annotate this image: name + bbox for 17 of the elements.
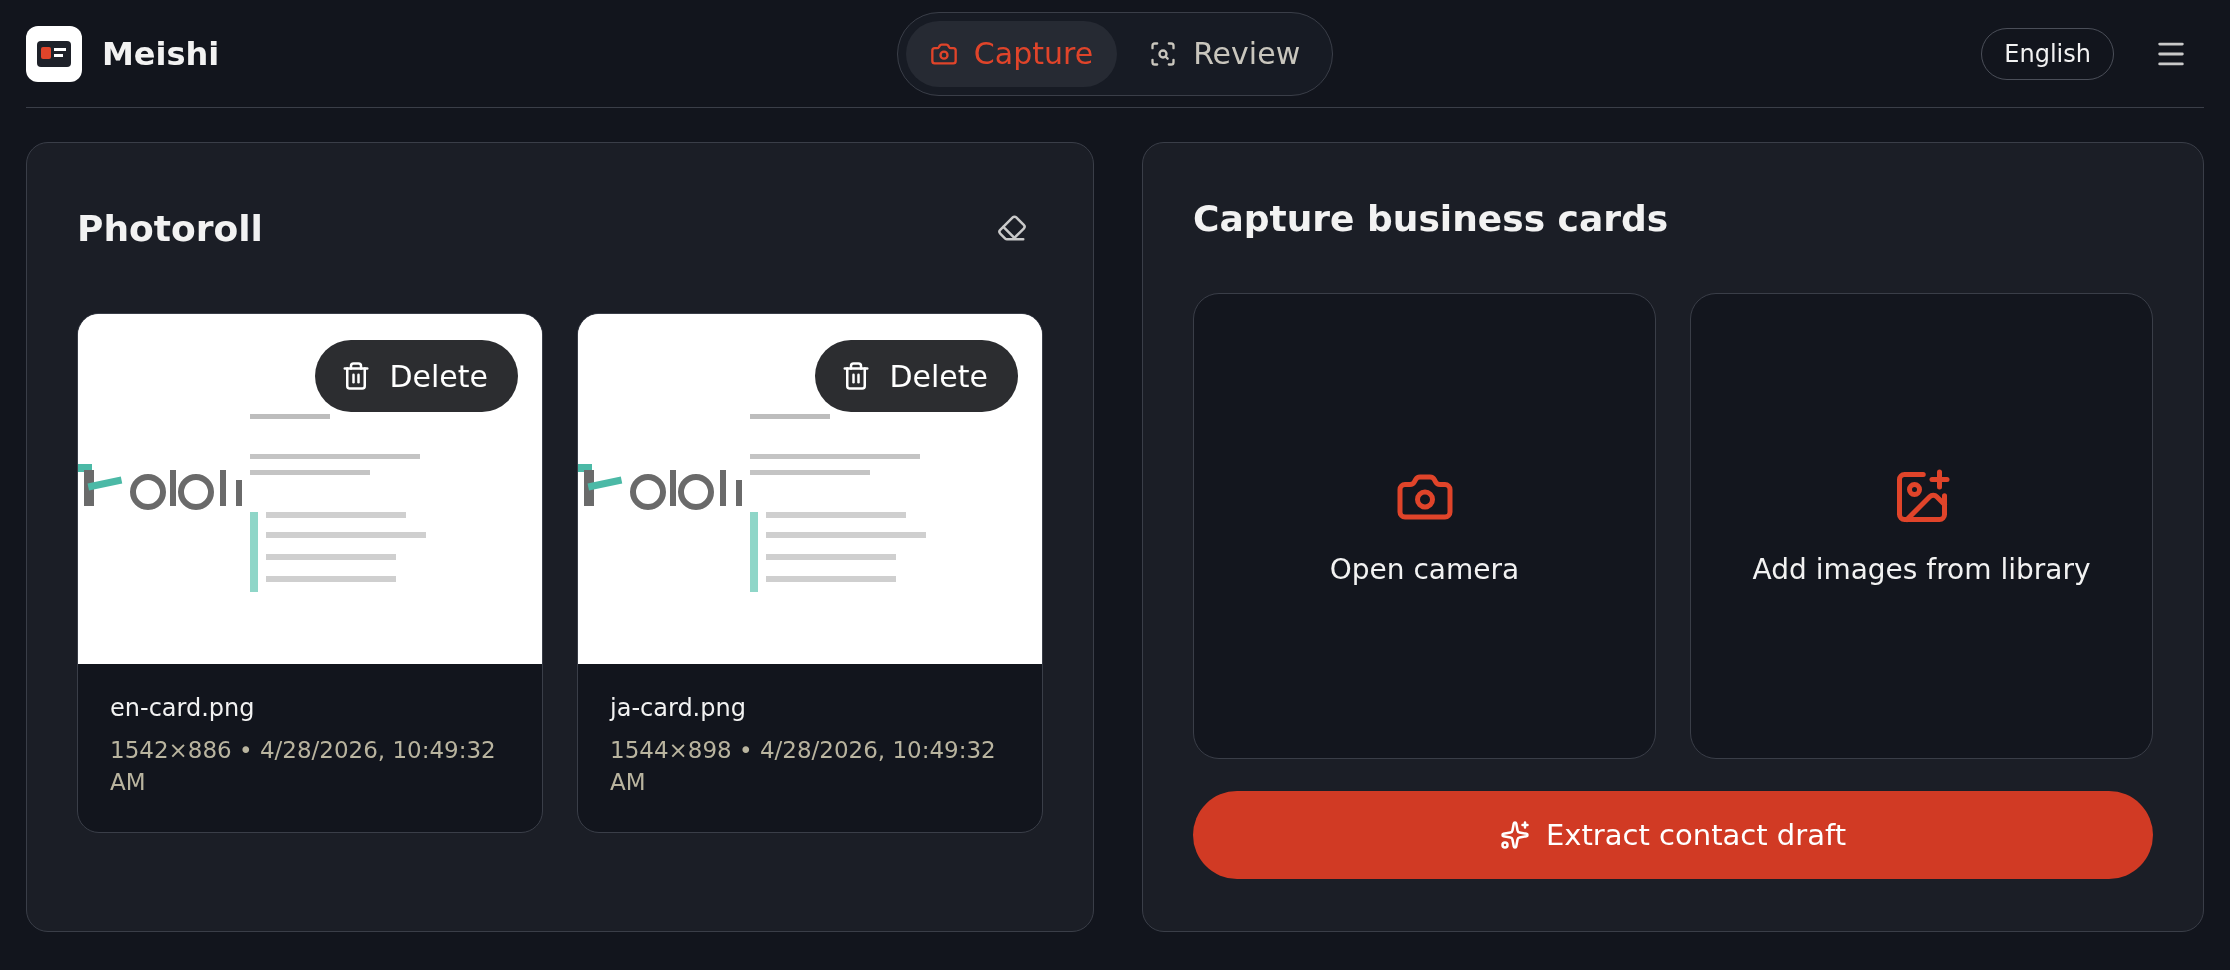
file-meta: 1542×886 • 4/28/2026, 10:49:32 AM <box>110 736 497 798</box>
app-logo <box>26 25 82 82</box>
delete-button[interactable]: Delete <box>815 340 1018 412</box>
app-name: Meishi <box>102 34 220 73</box>
file-meta: 1544×898 • 4/28/2026, 10:49:32 AM <box>610 736 997 798</box>
mode-tab[interactable]: Review <box>1125 20 1325 87</box>
delete-button[interactable]: Delete <box>315 340 518 412</box>
panel-title: Capture business cards <box>1193 197 1669 239</box>
extract-button[interactable]: Extract contact draft <box>1193 791 2153 879</box>
source-button[interactable]: Add images from library <box>1690 293 2153 759</box>
panel-title: Photoroll <box>77 207 263 249</box>
scan-icon <box>1149 39 1178 68</box>
eraser-icon[interactable] <box>997 213 1027 243</box>
file-name: ja-card.png <box>610 694 747 722</box>
sparkle-icon <box>1500 820 1530 850</box>
source-button[interactable]: Open camera <box>1193 293 1656 759</box>
file-name: en-card.png <box>110 694 256 722</box>
